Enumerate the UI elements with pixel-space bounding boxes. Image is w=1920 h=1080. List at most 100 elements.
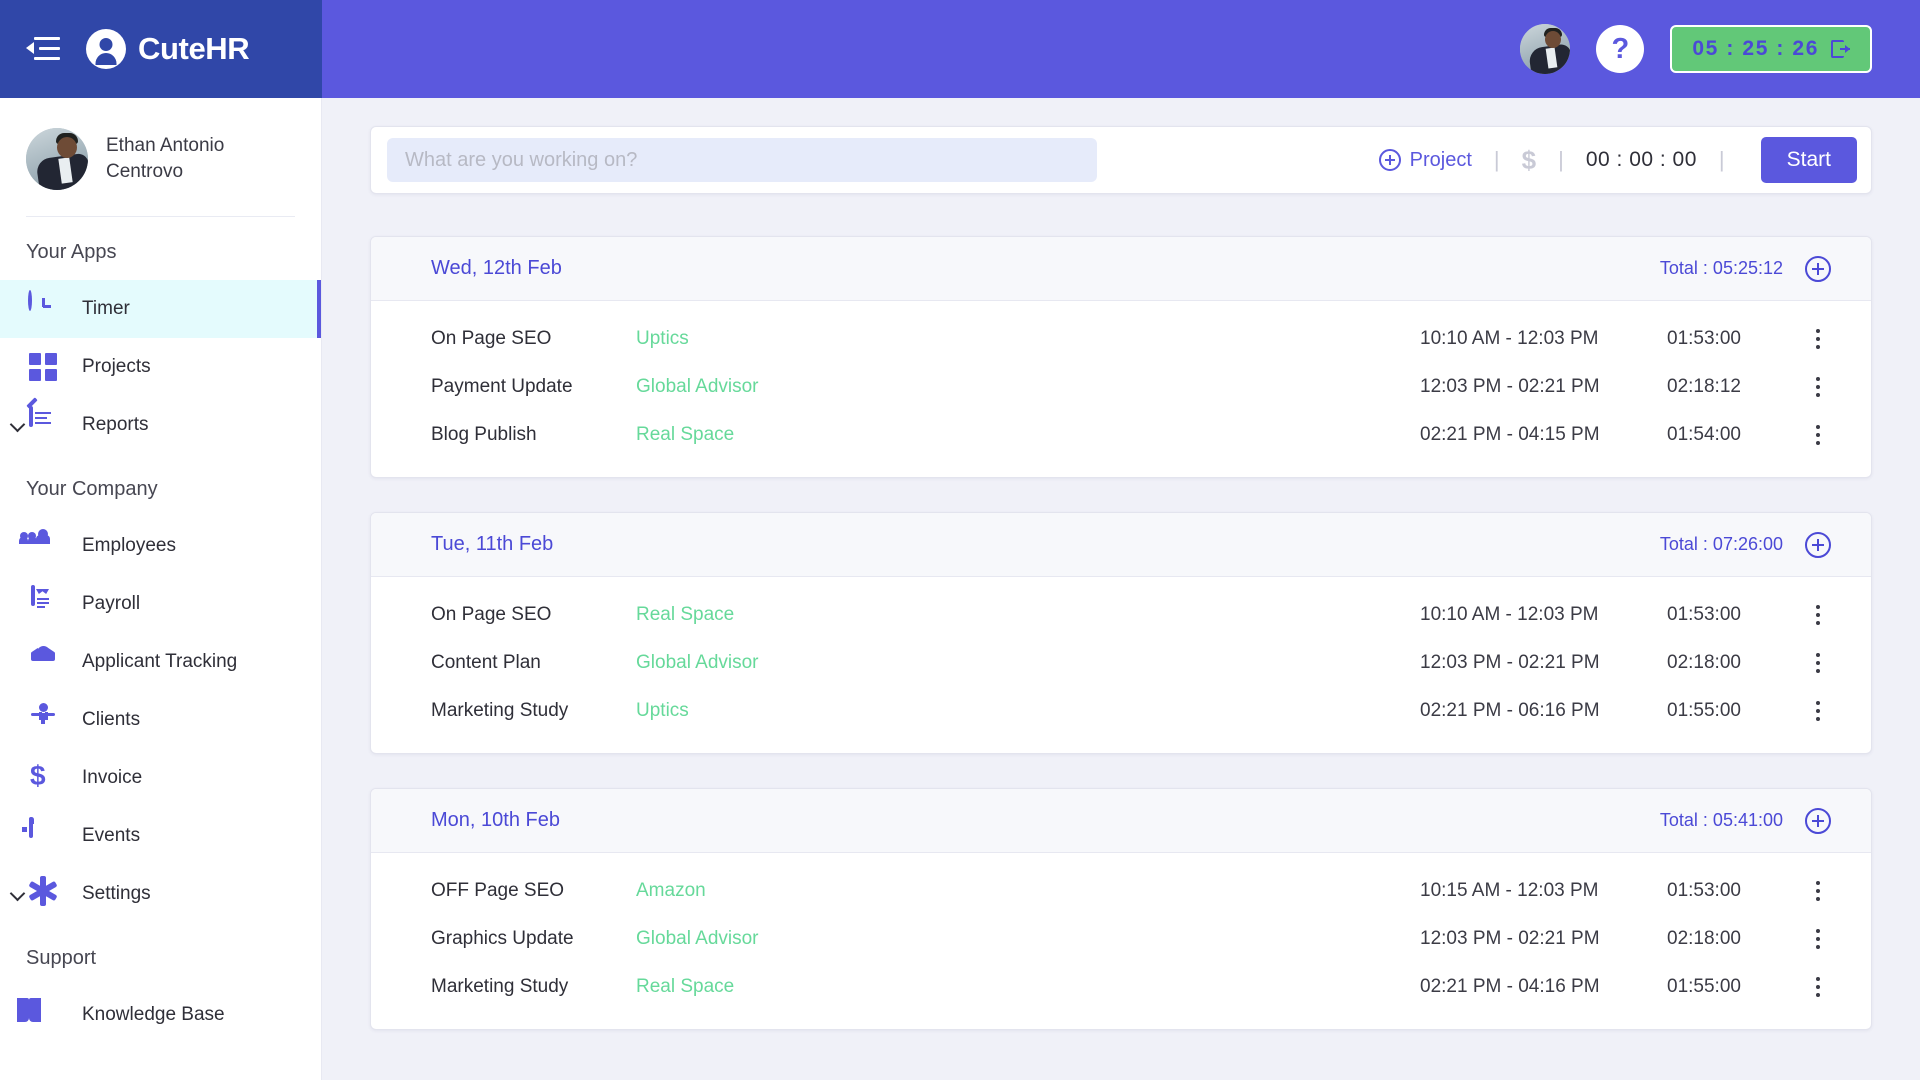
- day-date: Wed, 12th Feb: [431, 257, 562, 280]
- dollar-icon: $: [26, 761, 60, 795]
- entry-task: Marketing Study: [431, 976, 636, 998]
- day-header: Tue, 11th FebTotal : 07:26:00: [371, 513, 1871, 577]
- people-icon: [26, 529, 60, 563]
- add-entry-icon[interactable]: [1805, 532, 1831, 558]
- sidebar-item-settings[interactable]: Settings: [0, 865, 321, 923]
- grid-icon: [26, 350, 60, 384]
- table-row[interactable]: Graphics UpdateGlobal Advisor12:03 PM - …: [371, 915, 1871, 963]
- sidebar-item-timer[interactable]: Timer: [0, 280, 321, 338]
- sidebar-item-label: Payroll: [82, 593, 140, 615]
- sidebar-item-applicant-tracking[interactable]: Applicant Tracking: [0, 633, 321, 691]
- entry-task: Content Plan: [431, 652, 636, 674]
- start-button[interactable]: Start: [1761, 137, 1857, 183]
- day-card: Wed, 12th FebTotal : 05:25:12 On Page SEO…: [370, 236, 1872, 478]
- entry-more-options-icon[interactable]: [1805, 698, 1831, 724]
- entry-more-options-icon[interactable]: [1805, 602, 1831, 628]
- entry-duration: 01:55:00: [1635, 976, 1805, 998]
- brand-name: CuteHR: [138, 31, 249, 67]
- brand-logo[interactable]: CuteHR: [86, 29, 249, 69]
- table-row[interactable]: On Page SEOUptics10:10 AM - 12:03 PM01:5…: [371, 315, 1871, 363]
- day-header: Wed, 12th FebTotal : 05:25:12: [371, 237, 1871, 301]
- day-entries: On Page SEOUptics10:10 AM - 12:03 PM01:5…: [371, 301, 1871, 477]
- entry-task: OFF Page SEO: [431, 880, 636, 902]
- entry-more-options-icon[interactable]: [1805, 974, 1831, 1000]
- day-total: Total : 07:26:00: [1660, 534, 1783, 555]
- chevron-down-icon[interactable]: [10, 886, 26, 902]
- running-timer-chip[interactable]: 05 : 25 : 26: [1670, 25, 1872, 73]
- entry-more-options-icon[interactable]: [1805, 878, 1831, 904]
- add-project-label: Project: [1410, 149, 1472, 172]
- entry-duration: 01:53:00: [1635, 880, 1805, 902]
- sidebar-item-projects[interactable]: Projects: [0, 338, 321, 396]
- table-row[interactable]: Marketing StudyUptics02:21 PM - 06:16 PM…: [371, 687, 1871, 735]
- sidebar-item-label: Settings: [82, 883, 151, 905]
- day-date: Mon, 10th Feb: [431, 809, 560, 832]
- entry-more-options-icon[interactable]: [1805, 926, 1831, 952]
- table-row[interactable]: Blog PublishReal Space02:21 PM - 04:15 P…: [371, 411, 1871, 459]
- time-entries-list: Wed, 12th FebTotal : 05:25:12 On Page SEO…: [370, 236, 1872, 1030]
- running-timer-value: 05 : 25 : 26: [1692, 37, 1819, 61]
- entry-project[interactable]: Global Advisor: [636, 652, 1420, 674]
- sidebar-user-name: Ethan Antonio Centrovo: [106, 133, 256, 184]
- entry-project[interactable]: Uptics: [636, 700, 1420, 722]
- sidebar-section-title: Support: [0, 923, 321, 986]
- entry-time-range: 02:21 PM - 04:15 PM: [1420, 424, 1635, 446]
- entry-project[interactable]: Real Space: [636, 976, 1420, 998]
- plus-circle-icon: [1379, 149, 1401, 171]
- entry-task: On Page SEO: [431, 328, 636, 350]
- sidebar-item-payroll[interactable]: Payroll: [0, 575, 321, 633]
- entry-duration: 01:53:00: [1635, 604, 1805, 626]
- task-description-input[interactable]: [387, 138, 1097, 182]
- add-project-button[interactable]: Project: [1379, 149, 1472, 172]
- sidebar-item-label: Invoice: [82, 767, 142, 789]
- entry-more-options-icon[interactable]: [1805, 326, 1831, 352]
- elapsed-time: 00 : 00 : 00: [1586, 148, 1697, 172]
- entry-project[interactable]: Amazon: [636, 880, 1420, 902]
- header-avatar[interactable]: [1520, 24, 1570, 74]
- separator: |: [1494, 147, 1500, 173]
- entry-more-options-icon[interactable]: [1805, 422, 1831, 448]
- entry-duration: 01:54:00: [1635, 424, 1805, 446]
- top-bar-actions: ? 05 : 25 : 26: [322, 0, 1920, 98]
- stop-timer-icon[interactable]: [1831, 40, 1850, 58]
- chevron-down-icon[interactable]: [10, 417, 26, 433]
- day-total: Total : 05:41:00: [1660, 810, 1783, 831]
- table-row[interactable]: Content PlanGlobal Advisor12:03 PM - 02:…: [371, 639, 1871, 687]
- entry-project[interactable]: Global Advisor: [636, 928, 1420, 950]
- entry-project[interactable]: Real Space: [636, 424, 1420, 446]
- entry-project[interactable]: Real Space: [636, 604, 1420, 626]
- entry-task: On Page SEO: [431, 604, 636, 626]
- report-icon: [26, 408, 60, 442]
- day-card: Mon, 10th Feb Total : 05:41:00 OFF Page SE…: [370, 788, 1872, 1030]
- help-button[interactable]: ?: [1596, 25, 1644, 73]
- table-row[interactable]: On Page SEOReal Space10:10 AM - 12:03 PM…: [371, 591, 1871, 639]
- entry-duration: 02:18:00: [1635, 928, 1805, 950]
- billable-dollar-icon[interactable]: $: [1522, 145, 1536, 176]
- add-entry-icon[interactable]: [1805, 256, 1831, 282]
- sidebar-profile[interactable]: Ethan Antonio Centrovo: [0, 98, 321, 216]
- sidebar-item-label: Projects: [82, 356, 151, 378]
- entry-more-options-icon[interactable]: [1805, 650, 1831, 676]
- entry-task: Payment Update: [431, 376, 636, 398]
- sidebar-item-employees[interactable]: Employees: [0, 517, 321, 575]
- sidebar-item-label: Events: [82, 825, 140, 847]
- entry-more-options-icon[interactable]: [1805, 374, 1831, 400]
- sidebar-item-clients[interactable]: Clients: [0, 691, 321, 749]
- table-row[interactable]: Payment UpdateGlobal Advisor12:03 PM - 0…: [371, 363, 1871, 411]
- payroll-icon: [26, 587, 60, 621]
- sidebar-item-reports[interactable]: Reports: [0, 396, 321, 454]
- entry-project[interactable]: Uptics: [636, 328, 1420, 350]
- sidebar-item-events[interactable]: Events: [0, 807, 321, 865]
- entry-project[interactable]: Global Advisor: [636, 376, 1420, 398]
- top-bar: CuteHR ? 05 : 25 : 26: [0, 0, 1920, 98]
- sidebar-item-knowledge-base[interactable]: Knowledge Base: [0, 986, 321, 1044]
- table-row[interactable]: OFF Page SEOAmazon10:15 AM - 12:03 PM01:…: [371, 867, 1871, 915]
- entry-duration: 01:53:00: [1635, 328, 1805, 350]
- entry-time-range: 10:15 AM - 12:03 PM: [1420, 880, 1635, 902]
- sidebar-item-invoice[interactable]: $ Invoice: [0, 749, 321, 807]
- add-entry-icon[interactable]: [1805, 808, 1831, 834]
- day-entries: OFF Page SEOAmazon10:15 AM - 12:03 PM01:…: [371, 853, 1871, 1029]
- collapse-sidebar-icon[interactable]: [26, 34, 60, 64]
- table-row[interactable]: Marketing StudyReal Space02:21 PM - 04:1…: [371, 963, 1871, 1011]
- entry-task: Blog Publish: [431, 424, 636, 446]
